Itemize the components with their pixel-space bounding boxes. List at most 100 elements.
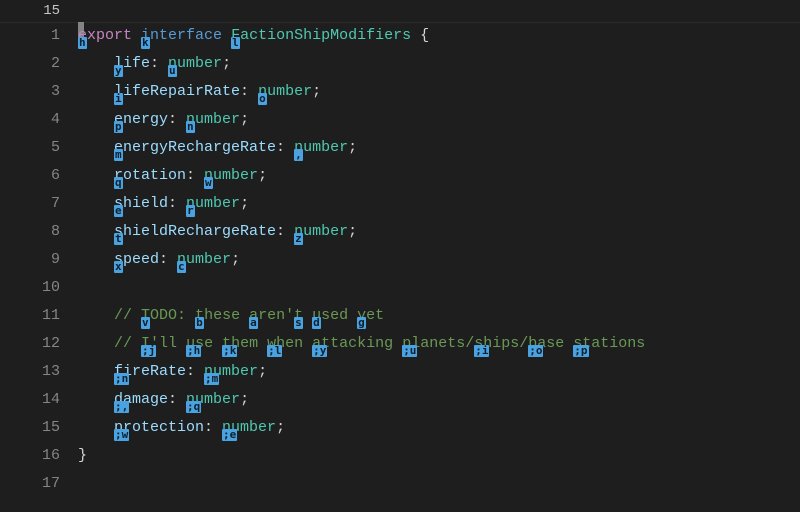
code-token: ; [258,363,267,380]
line-number: 10 [0,274,60,302]
code-token: ; [312,83,321,100]
jump-hint[interactable]: number [258,78,312,106]
line-number: 16 [0,442,60,470]
code-line[interactable]: shield: number; [78,190,800,218]
jump-hint[interactable]: energy [114,106,168,134]
breadcrumb-bar: 15 [0,0,800,23]
code-token: ; [348,139,357,156]
jump-hint[interactable]: number [294,134,348,162]
line-number-gutter: 1234567891011121314151617 [0,22,78,498]
line-number: 3 [0,78,60,106]
jump-hint[interactable]: use [186,330,213,358]
code-token [186,307,195,324]
jump-hint[interactable]: stations [573,330,645,358]
jump-hint[interactable]: number [168,50,222,78]
jump-hint[interactable]: these [195,302,240,330]
code-token [240,307,249,324]
code-line[interactable]: protection: number; [78,414,800,442]
jump-hint[interactable]: shield [114,190,168,218]
jump-hint[interactable]: planets/ [402,330,474,358]
jump-hint[interactable]: base [528,330,564,358]
line-number: 6 [0,162,60,190]
code-line[interactable] [78,274,800,302]
code-token: : [240,83,258,100]
code-line[interactable]: rotation: number; [78,162,800,190]
code-line[interactable]: damage: number; [78,386,800,414]
code-token: : [150,55,168,72]
code-token [564,335,573,352]
jump-hint[interactable]: attacking [312,330,393,358]
jump-hint[interactable]: I'll [141,330,177,358]
code-token: ; [240,391,249,408]
code-token: ; [348,223,357,240]
code-token: ; [240,195,249,212]
jump-hint[interactable]: FactionShipModifiers [231,22,411,50]
code-token: // [114,335,141,352]
code-token: // [114,307,141,324]
line-number: 4 [0,106,60,134]
jump-hint[interactable]: speed [114,246,159,274]
jump-hint[interactable]: used [312,302,348,330]
code-editor[interactable]: 15 1234567891011121314151617 export inte… [0,0,800,512]
code-line[interactable]: energy: number; [78,106,800,134]
jump-hint[interactable]: number [186,386,240,414]
jump-hint[interactable]: number [186,190,240,218]
jump-hint[interactable]: t [294,302,303,330]
line-number: 2 [0,50,60,78]
jump-hint[interactable]: energyRechargeRate [114,134,276,162]
code-line[interactable]: speed: number; [78,246,800,274]
jump-hint[interactable]: number [294,218,348,246]
code-line[interactable]: // I'll use them when attacking planets/… [78,330,800,358]
code-line[interactable]: shieldRechargeRate: number; [78,218,800,246]
code-line[interactable]: energyRechargeRate: number; [78,134,800,162]
jump-hint[interactable]: number [177,246,231,274]
jump-hint[interactable]: TODO: [141,302,186,330]
jump-hint[interactable]: rotation [114,162,186,190]
jump-hint[interactable]: fireRate [114,358,186,386]
jump-hint[interactable]: life [114,50,150,78]
code-token: : [204,419,222,436]
code-token: : [168,195,186,212]
code-line[interactable]: fireRate: number; [78,358,800,386]
code-token [132,27,141,44]
code-line[interactable]: } [78,442,800,470]
code-token: ; [240,111,249,128]
code-token [222,27,231,44]
jump-hint[interactable]: number [204,358,258,386]
code-line[interactable]: lifeRepairRate: number; [78,78,800,106]
line-number: 13 [0,358,60,386]
code-line[interactable] [78,470,800,498]
jump-hint[interactable]: number [186,106,240,134]
code-token: } [78,447,87,464]
code-token: ; [276,419,285,436]
code-area[interactable]: export interface FactionShipModifiers { … [78,22,800,498]
code-line[interactable]: life: number; [78,50,800,78]
code-token: : [186,363,204,380]
jump-hint[interactable]: lifeRepairRate [114,78,240,106]
code-token: : [276,223,294,240]
code-token: { [420,27,429,44]
jump-hint[interactable]: yet [357,302,384,330]
code-token: : [186,167,204,184]
jump-hint[interactable]: number [204,162,258,190]
line-number: 17 [0,470,60,498]
jump-hint[interactable]: them [222,330,258,358]
jump-hint[interactable]: ships/ [474,330,528,358]
jump-hint[interactable]: when [267,330,303,358]
code-line[interactable]: export interface FactionShipModifiers { [78,22,800,50]
code-token [213,335,222,352]
line-number: 7 [0,190,60,218]
jump-hint[interactable]: interface [141,22,222,50]
jump-hint[interactable]: damage [114,386,168,414]
line-number: 12 [0,330,60,358]
code-line[interactable]: // TODO: these aren't used yet [78,302,800,330]
jump-hint[interactable]: number [222,414,276,442]
code-token: ; [231,251,240,268]
jump-hint[interactable]: export [78,22,132,50]
jump-hint[interactable]: aren' [249,302,294,330]
jump-hint[interactable]: protection [114,414,204,442]
line-number: 11 [0,302,60,330]
jump-hint[interactable]: shieldRechargeRate [114,218,276,246]
code-token [393,335,402,352]
code-token [258,335,267,352]
